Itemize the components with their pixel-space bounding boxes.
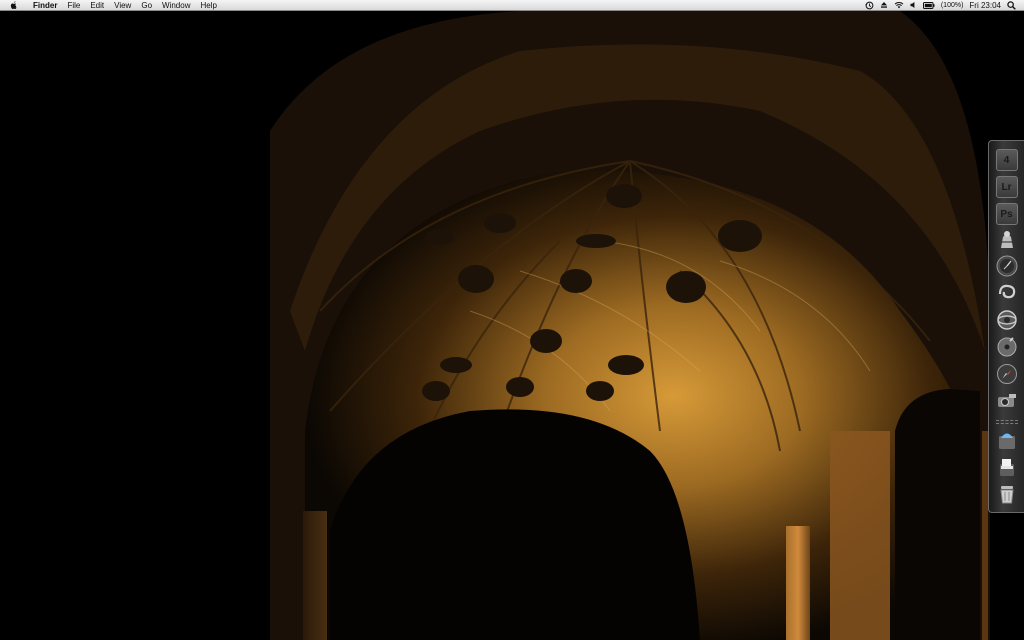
dock: 4 Lr Ps [988,140,1024,513]
dock-stack-downloads[interactable] [995,430,1019,454]
globe-browser-icon [996,309,1018,336]
desktop-wallpaper [0,11,1024,640]
dock-item-globe-browser[interactable] [995,309,1024,336]
eject-icon[interactable] [880,1,888,9]
menu-view[interactable]: View [109,0,136,11]
app-menu-finder[interactable]: Finder [28,0,62,11]
dock-item-script-editor[interactable] [995,228,1024,255]
trash-icon [996,483,1018,510]
menu-file[interactable]: File [62,0,85,11]
dock-item-lightroom[interactable]: Lr [995,175,1019,199]
menu-help[interactable]: Help [195,0,221,11]
lightroom-icon: Lr [995,176,1018,198]
menu-window[interactable]: Window [157,0,195,11]
status-area: (100%) Fri 23:04 [865,1,1024,10]
volume-icon[interactable] [910,1,917,9]
battery-percent[interactable]: (100%) [941,2,964,9]
documents-stack-icon [996,456,1018,483]
dock-item-compass-clock[interactable] [995,255,1019,282]
menu-bar: Finder File Edit View Go Window Help (10… [0,0,1024,11]
swirl-app-icon [996,282,1018,309]
photoshop-icon: Ps [995,203,1018,225]
script-editor-icon [996,228,1018,255]
dock-item-safari[interactable] [995,363,1024,390]
menu-edit[interactable]: Edit [85,0,109,11]
menu-go[interactable]: Go [136,0,157,11]
safari-icon [996,363,1018,390]
dock-stack-documents[interactable] [995,457,1019,481]
dock-item-disk-utility[interactable] [995,336,1019,363]
battery-icon[interactable] [922,1,935,9]
dock-item-swirl-app[interactable] [995,282,1024,309]
dock-item-final-cut[interactable]: 4 [995,148,1024,172]
dock-trash[interactable] [995,484,1019,508]
disk-utility-icon [996,336,1018,363]
apple-menu-icon[interactable] [10,0,20,10]
wifi-icon[interactable] [894,1,904,9]
clock[interactable]: Fri 23:04 [969,1,1001,10]
dock-item-camera[interactable] [995,390,1024,417]
time-machine-icon[interactable] [865,1,874,10]
camera-icon [996,390,1018,417]
spotlight-icon[interactable] [1007,0,1016,10]
final-cut-icon: 4 [995,149,1018,171]
dock-separator [995,420,1018,424]
downloads-stack-icon [996,429,1018,456]
dock-item-photoshop[interactable]: Ps [995,202,1019,226]
compass-clock-icon [996,255,1018,282]
